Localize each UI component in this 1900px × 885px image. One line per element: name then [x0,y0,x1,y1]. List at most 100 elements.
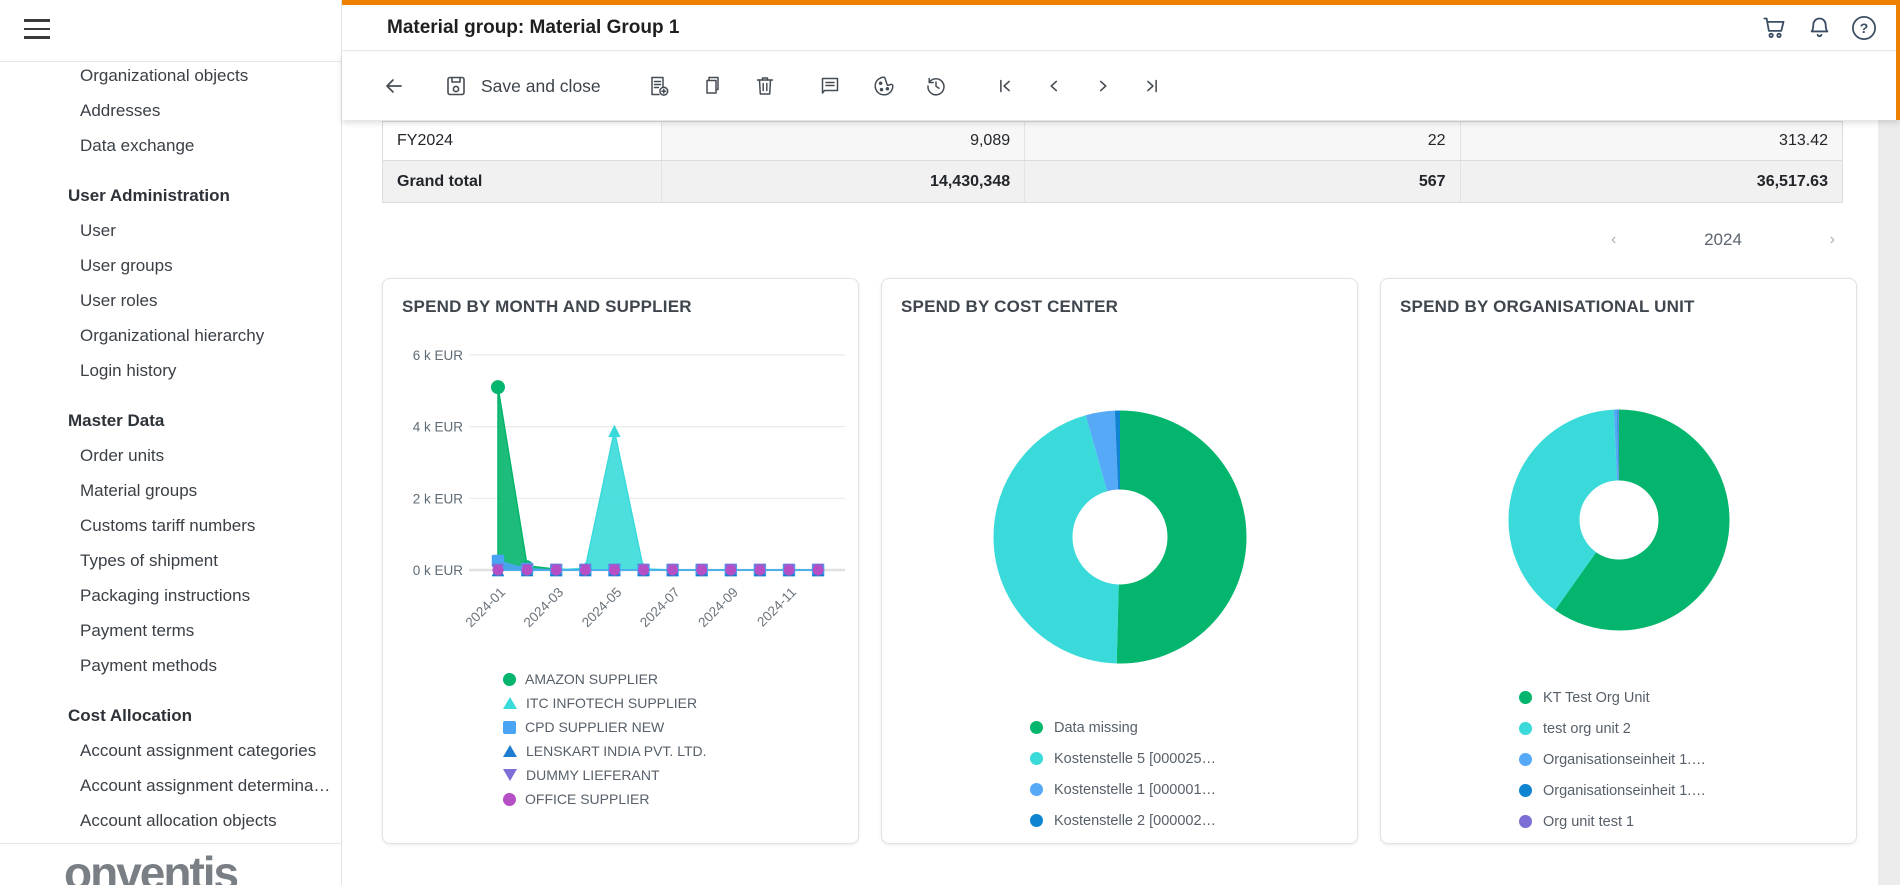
previous-page-button[interactable] [1043,75,1065,97]
chart-legend: KT Test Org Unit test org unit 2 Organisat… [1519,682,1856,837]
legend-item[interactable]: CPD SUPPLIER NEW [503,715,858,739]
accent-right-bar [1896,0,1900,120]
sidebar-item[interactable]: User groups [0,248,341,283]
sidebar-item[interactable]: Account assignment determina… [0,768,341,803]
new-document-button[interactable] [647,74,671,98]
copy-button[interactable] [701,74,725,98]
legend-item[interactable]: DUMMY LIEFERANT [503,763,858,787]
legend-label: AMAZON SUPPLIER [525,671,658,687]
card-title: SPEND BY COST CENTER [901,297,1357,317]
next-page-button[interactable] [1092,75,1114,97]
sidebar-item[interactable]: Addresses [0,93,341,128]
legend-label: Organisationseinheit 1.… [1543,783,1706,799]
legend-item[interactable]: test org unit 2 [1519,713,1856,744]
sidebar-section-header: Cost Allocation [0,698,341,733]
sidebar-item[interactable]: Organizational objects [0,58,341,93]
page-title: Material group: Material Group 1 [387,17,679,39]
delete-button[interactable] [753,74,777,98]
table-cell-value: 36,517.63 [1460,161,1842,202]
svg-text:2024-01: 2024-01 [462,585,508,631]
legend-item[interactable]: KT Test Org Unit [1519,682,1856,713]
table-row-label: FY2024 [383,122,661,160]
legend-marker-circle [1030,783,1043,796]
donut-chart [1381,321,1857,671]
sidebar-item[interactable]: Types of shipment [0,543,341,578]
first-page-button[interactable] [994,75,1016,97]
toolbar: Save and close [342,52,1900,120]
legend-marker-circle [1030,752,1043,765]
svg-text:0 k EUR: 0 k EUR [413,563,464,578]
legend-item[interactable]: LENSKART INDIA PVT. LTD. [503,739,858,763]
legend-label: KT Test Org Unit [1543,690,1650,706]
onventis-logo: onventis [64,846,237,885]
sidebar-item[interactable]: Customs tariff numbers [0,508,341,543]
sidebar-item[interactable]: Account allocation objects [0,803,341,838]
legend-item[interactable]: AMAZON SUPPLIER [503,667,858,691]
palette-button[interactable] [872,74,896,98]
svg-text:2024-09: 2024-09 [695,585,741,631]
donut-chart [882,321,1358,691]
sidebar-item[interactable]: Data exchange [0,128,341,163]
table-cell-value: 9,089 [661,122,1025,160]
legend-marker-circle [1519,784,1532,797]
table-row: FY20249,08922313.42 [383,121,1842,160]
spend-by-organisational-unit-card: SPEND BY ORGANISATIONAL UNITKT Test Org … [1380,278,1857,844]
sidebar-item[interactable]: Payment methods [0,648,341,683]
chart-area: 0 k EUR2 k EUR4 k EUR6 k EUR2024-012024-… [389,325,858,665]
legend-item[interactable]: Kostenstelle 2 [000002… [1030,805,1357,836]
app-root: Organizational objectsAddressesData exch… [0,0,1900,885]
sidebar-item[interactable]: Organizational hierarchy [0,318,341,353]
sidebar-item[interactable]: Order units [0,438,341,473]
legend-marker-circle [503,673,516,686]
legend-item[interactable]: OFFICE SUPPLIER [503,787,858,811]
sidebar-item[interactable]: Packaging instructions [0,578,341,613]
help-icon[interactable]: ? [1850,14,1878,42]
cart-icon[interactable] [1760,14,1788,42]
legend-item[interactable]: Org unit test 1 [1519,806,1856,837]
sidebar-item[interactable]: Material groups [0,473,341,508]
legend-marker-circle [1519,722,1532,735]
legend-item[interactable]: Organisationseinheit 1.… [1519,744,1856,775]
svg-text:4 k EUR: 4 k EUR [413,420,464,435]
page-header: Material group: Material Group 1 ? [342,5,1900,51]
comments-button[interactable] [818,74,842,98]
legend-item[interactable]: Organisationseinheit 1.… [1519,775,1856,806]
sidebar-item[interactable]: Payment terms [0,613,341,648]
table-row-label: Grand total [383,161,661,202]
legend-item[interactable]: ITC INFOTECH SUPPLIER [503,691,858,715]
last-page-button[interactable] [1141,75,1163,97]
sidebar-item[interactable]: User [0,213,341,248]
svg-text:2024-11: 2024-11 [754,585,799,630]
legend-label: LENSKART INDIA PVT. LTD. [526,743,707,759]
content-area: FY20249,08922313.42Grand total14,430,348… [342,120,1900,885]
year-next-icon[interactable]: › [1822,229,1843,251]
legend-label: test org unit 2 [1543,721,1631,737]
notifications-bell-icon[interactable] [1805,14,1833,42]
back-button[interactable] [382,74,406,98]
legend-marker-triangle-down [503,769,517,781]
year-selector: ‹ 2024 › [1603,229,1843,251]
svg-text:2024-07: 2024-07 [637,585,683,631]
legend-label: Kostenstelle 2 [000002… [1054,813,1216,829]
vertical-scrollbar[interactable] [1878,120,1900,885]
legend-item[interactable]: Kostenstelle 1 [000001… [1030,774,1357,805]
hamburger-menu-icon[interactable] [24,19,50,41]
chart-cards: SPEND BY MONTH AND SUPPLIER0 k EUR2 k EU… [382,278,1900,844]
legend-item[interactable]: Data missing [1030,712,1357,743]
legend-marker-triangle [503,697,517,709]
legend-item[interactable]: Kostenstelle 5 [000025… [1030,743,1357,774]
svg-text:2 k EUR: 2 k EUR [413,491,464,506]
history-button[interactable] [924,74,948,98]
sidebar: Organizational objectsAddressesData exch… [0,0,342,885]
svg-text:2024-03: 2024-03 [521,585,567,631]
year-prev-icon[interactable]: ‹ [1603,229,1624,251]
legend-label: OFFICE SUPPLIER [525,791,649,807]
legend-label: Kostenstelle 5 [000025… [1054,751,1216,767]
legend-label: DUMMY LIEFERANT [526,767,660,783]
sidebar-item[interactable]: Login history [0,353,341,388]
table-row: Grand total14,430,34856736,517.63 [383,160,1842,202]
save-and-close-button[interactable]: Save and close [444,74,601,98]
sidebar-item[interactable]: User roles [0,283,341,318]
svg-text:2024-05: 2024-05 [579,585,625,631]
sidebar-item[interactable]: Account assignment categories [0,733,341,768]
